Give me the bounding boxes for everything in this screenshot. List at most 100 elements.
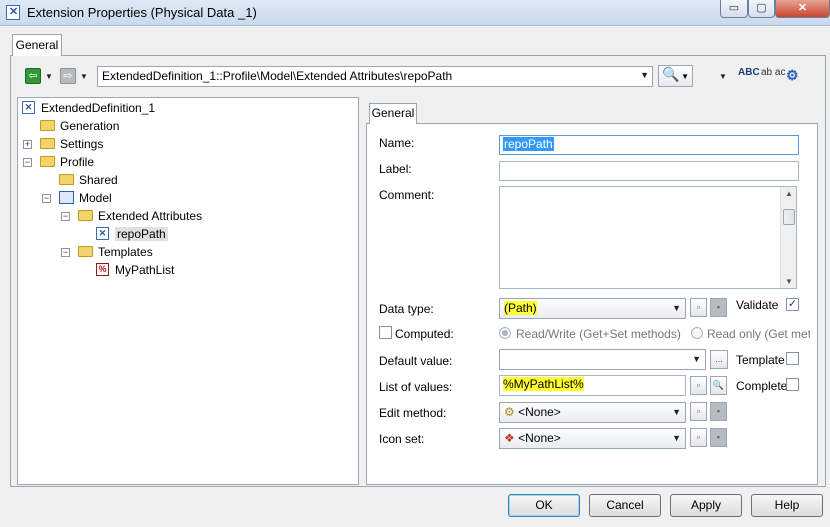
tree-item-shared[interactable]: Shared [59,171,118,189]
label-label: Label: [379,162,412,176]
icon-set-icon: ❖ [504,431,515,445]
minimize-button[interactable]: ▭ [720,0,748,18]
close-button[interactable]: ✕ [775,0,830,18]
tree-item-model[interactable]: Model [59,189,112,207]
apply-button[interactable]: Apply [670,494,742,517]
tree-item-extended-attributes[interactable]: Extended Attributes [78,207,202,225]
extension-icon [6,5,20,20]
folder-icon [78,210,93,222]
comment-label: Comment: [379,188,435,202]
folder-icon [40,156,55,168]
maximize-button[interactable]: ▢ [748,0,775,18]
chevron-down-icon: ▼ [672,433,681,443]
default-value-combo[interactable]: ▼ [499,349,706,370]
data-type-label: Data type: [379,302,434,316]
object-path-text: ExtendedDefinition_1::Profile\Model\Exte… [102,69,453,83]
collapse-icon[interactable]: − [61,212,70,221]
properties-icon[interactable]: ⚙ [786,67,799,84]
data-type-value: (Path) [504,301,537,315]
edit-method-label: Edit method: [379,406,447,420]
list-of-values-field[interactable]: %MyPathList% [499,375,686,396]
tab-general-inner[interactable]: General [369,103,417,124]
complete-label: Complete [736,379,788,393]
template-label: Template [736,353,785,367]
new-icon[interactable]: ▫ [690,376,707,395]
extension-icon: ✕ [22,101,35,115]
new-icon[interactable]: ▫ [690,298,707,317]
list-of-values-label: List of values: [379,380,453,394]
validate-checkbox[interactable]: ✓ [786,298,799,311]
back-arrow-icon[interactable]: ⇦ [25,68,41,84]
default-value-label: Default value: [379,354,453,368]
back-dropdown-icon[interactable]: ▼ [45,72,53,81]
tree-item-mypathlist[interactable]: % MyPathList [96,261,174,279]
folder-icon [40,138,55,150]
object-path-combo[interactable]: ExtendedDefinition_1::Profile\Model\Exte… [97,66,653,87]
chevron-down-icon: ▼ [672,303,681,313]
computed-label: Computed: [395,327,454,341]
read-write-label: Read/Write (Get+Set methods) [516,327,681,341]
title-bar: Extension Properties (Physical Data _1) … [0,0,830,26]
properties-icon[interactable]: ▪ [710,402,727,421]
scroll-up-icon[interactable]: ▲ [785,189,793,198]
gear-icon: ⚙ [504,405,515,419]
expand-icon[interactable]: + [23,140,32,149]
search-icon: 🔍 [662,66,680,82]
tree-item-profile[interactable]: Profile [40,153,94,171]
folder-icon [78,246,93,258]
help-button[interactable]: Help [751,494,823,517]
complete-checkbox[interactable] [786,378,799,391]
find-icon[interactable]: 🔍 [710,376,727,395]
validate-label: Validate [736,298,779,312]
menu-dropdown-icon[interactable]: ▼ [719,72,727,81]
definition-tree[interactable]: ✕ ExtendedDefinition_1 Generation + Setti… [17,97,359,485]
tab-general-outer[interactable]: General [12,34,62,56]
properties-icon[interactable]: ▪ [710,298,727,317]
chevron-down-icon: ▼ [692,354,701,364]
folder-icon [59,174,74,186]
icon-set-select[interactable]: ❖ <None> ▼ [499,428,686,449]
tree-item-repopath[interactable]: ✕ repoPath [96,225,168,243]
tree-item-extendeddefinition[interactable]: ✕ ExtendedDefinition_1 [22,99,155,117]
ellipsis-button[interactable]: ... [710,350,728,369]
name-label: Name: [379,136,415,150]
tree-item-settings[interactable]: Settings [40,135,103,153]
folder-icon [40,120,55,132]
collapse-icon[interactable]: − [61,248,70,257]
computed-checkbox[interactable] [379,326,392,339]
model-icon [59,191,74,205]
chevron-down-icon: ▼ [672,407,681,417]
read-only-label: Read only (Get metho [707,327,810,341]
extended-attribute-icon: ✕ [96,227,109,241]
new-icon[interactable]: ▫ [690,402,707,421]
label-field[interactable] [499,161,799,181]
comment-field[interactable] [499,186,797,289]
collapse-icon[interactable]: − [23,158,32,167]
tree-item-templates[interactable]: Templates [78,243,153,261]
properties-icon[interactable]: ▪ [710,428,727,447]
edit-method-select[interactable]: ⚙ <None> ▼ [499,402,686,423]
icon-set-label: Icon set: [379,432,425,446]
forward-arrow-icon[interactable]: ⇨ [60,68,76,84]
spell-check-icon[interactable]: ABC [738,67,760,78]
template-checkbox[interactable] [786,352,799,365]
new-icon[interactable]: ▫ [690,428,707,447]
cancel-button[interactable]: Cancel [589,494,661,517]
replace-icon[interactable]: ab ac [761,67,785,78]
find-button[interactable]: 🔍 ▼ [658,65,693,87]
ok-button[interactable]: OK [508,494,580,517]
scroll-down-icon[interactable]: ▼ [785,277,793,286]
collapse-icon[interactable]: − [42,194,51,203]
name-field[interactable]: repoPath [499,135,799,155]
data-type-select[interactable]: (Path) ▼ [499,298,686,319]
template-icon: % [96,263,109,277]
read-only-radio[interactable] [691,327,703,339]
comment-scrollbar[interactable]: ▲ ▼ [780,187,796,288]
chevron-down-icon[interactable]: ▼ [640,70,649,80]
tree-item-generation[interactable]: Generation [40,117,119,135]
window-title: Extension Properties (Physical Data _1) [27,5,257,20]
scroll-thumb[interactable] [783,209,795,225]
chevron-down-icon: ▼ [681,72,689,81]
forward-dropdown-icon[interactable]: ▼ [80,72,88,81]
read-write-radio[interactable] [499,327,511,339]
